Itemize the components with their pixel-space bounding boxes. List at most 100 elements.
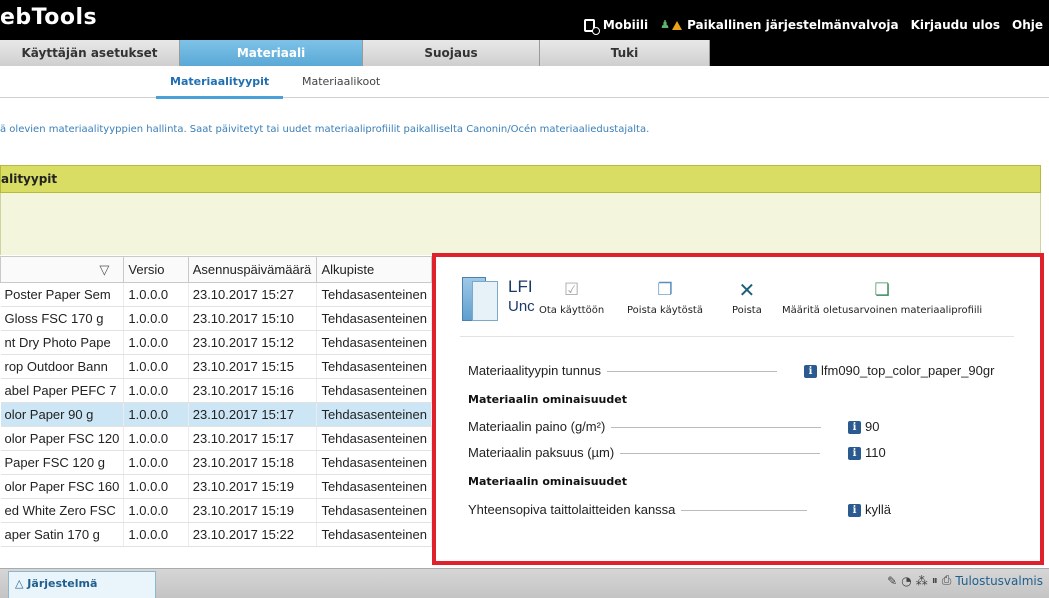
table-cell: 1.0.0.0 (123, 522, 189, 547)
table-cell: Tehdasasenteinen (316, 450, 432, 475)
table-cell: 1.0.0.0 (123, 402, 189, 427)
checkmark-icon: ☑ (563, 280, 580, 300)
subtab-material-sizes[interactable]: Materiaalikoot (302, 75, 380, 88)
table-cell: 1.0.0.0 (123, 498, 189, 523)
panel-title: alityypit (1, 172, 58, 186)
admin-link[interactable]: ♟ Paikallinen järjestelmänvalvoja (660, 18, 898, 32)
table-row[interactable]: aper Satin 170 g 1.0.0.0 23.10.2017 15:22 T… (0, 522, 432, 547)
warning-icon (672, 20, 683, 30)
property-folder-value: i kyllä (848, 502, 891, 518)
table-cell: 1.0.0.0 (123, 426, 189, 451)
info-icon[interactable]: i (804, 365, 817, 379)
table-cell: 23.10.2017 15:19 (188, 498, 318, 523)
pause-icon: ⏸ (931, 573, 938, 587)
table-cell: nt Dry Photo Pape (0, 330, 125, 355)
table-cell: 23.10.2017 15:27 (188, 282, 318, 307)
info-icon[interactable]: i (848, 504, 861, 518)
table-row[interactable]: abel Paper PEFC 7 1.0.0.0 23.10.2017 15:16… (0, 378, 432, 403)
printer-status: ✎ ◔ ⁂ ⏸ ⎙ Tulostusvalmis (887, 573, 1043, 588)
column-header-install-date[interactable]: Asennuspäivämäärä (187, 256, 318, 283)
material-type-name: LFI Unc (508, 277, 535, 317)
table-row[interactable]: olor Paper FSC 160 1.0.0.0 23.10.2017 15:1… (0, 474, 432, 499)
info-icon[interactable]: i (848, 421, 861, 435)
table-cell: ed White Zero FSC (0, 498, 125, 523)
table-cell: 23.10.2017 15:10 (188, 306, 318, 331)
table-row[interactable]: ed White Zero FSC 1.0.0.0 23.10.2017 15:19… (0, 498, 432, 523)
table-cell: rop Outdoor Bann (0, 354, 125, 379)
table-cell: abel Paper PEFC 7 (0, 378, 125, 403)
table-cell: 23.10.2017 15:16 (188, 378, 318, 403)
table-row[interactable]: Paper FSC 120 g 1.0.0.0 23.10.2017 15:18 Te… (0, 450, 432, 475)
tab-bar-fill (710, 40, 1049, 66)
property-id-row: Materiaalityypin tunnus (468, 363, 783, 378)
table-row[interactable]: olor Paper 90 g 1.0.0.0 23.10.2017 15:17 Te… (0, 402, 432, 427)
tab-user-settings[interactable]: Käyttäjän asetukset (0, 40, 180, 66)
printer-icon: ⎙ (941, 573, 952, 587)
table-row[interactable]: olor Paper FSC 120 1.0.0.0 23.10.2017 15:1… (0, 426, 432, 451)
delete-label: Poista (732, 305, 762, 316)
table-cell: 1.0.0.0 (123, 282, 189, 307)
table-cell: 23.10.2017 15:22 (188, 522, 318, 547)
set-default-button[interactable]: ❏ Määritä oletusarvoinen materiaaliprofi… (782, 279, 982, 316)
table-row[interactable]: rop Outdoor Bann 1.0.0.0 23.10.2017 15:15 T… (0, 354, 432, 379)
queue-icon: ⁂ (915, 573, 928, 588)
property-id-label: Materiaalityypin tunnus (468, 363, 601, 378)
table-cell: Tehdasasenteinen (316, 282, 432, 307)
table-cell: 23.10.2017 15:17 (188, 402, 318, 427)
property-thickness-label: Materiaalin paksuus (µm) (468, 445, 615, 460)
material-name-line2: Unc (508, 298, 535, 315)
tab-security[interactable]: Suojaus (363, 40, 540, 66)
pen-icon: ✎ (887, 573, 898, 588)
main-tabs: Käyttäjän asetukset Materiaali Suojaus T… (0, 40, 1049, 66)
mobile-label: Mobiili (602, 18, 649, 32)
logout-link[interactable]: Kirjaudu ulos (911, 18, 1000, 32)
system-tab[interactable]: △ Järjestelmä (8, 571, 156, 598)
page-description: ä olevien materiaalityyppien hallinta. S… (0, 124, 650, 135)
table-row[interactable]: Gloss FSC 170 g 1.0.0.0 23.10.2017 15:10 Te… (0, 306, 432, 331)
property-thickness-row: Materiaalin paksuus (µm) (468, 445, 826, 460)
disable-button[interactable]: ❐ Poista käytöstä (627, 279, 703, 316)
table-row[interactable]: Poster Paper Sem 1.0.0.0 23.10.2017 15:27 T… (0, 282, 432, 307)
tab-support[interactable]: Tuki (540, 40, 710, 66)
table-row[interactable]: nt Dry Photo Pape 1.0.0.0 23.10.2017 15:12… (0, 330, 432, 355)
property-folder-label: Yhteensopiva taittolaitteiden kanssa (468, 502, 676, 517)
table-cell: Gloss FSC 170 g (0, 306, 125, 331)
panel-body (0, 193, 1041, 255)
user-icon: ♟ (660, 18, 670, 31)
material-types-table: ▽ Versio Asennuspäivämäärä Alkupiste Pos… (0, 256, 432, 547)
table-cell: 1.0.0.0 (123, 306, 189, 331)
info-icon[interactable]: i (848, 447, 861, 461)
table-cell: Tehdasasenteinen (316, 522, 432, 547)
tab-material[interactable]: Materiaali (180, 40, 363, 66)
close-icon: ✕ (738, 278, 756, 302)
subtab-material-types[interactable]: Materiaalityypit (155, 75, 284, 99)
admin-label: Paikallinen järjestelmänvalvoja (687, 18, 899, 32)
table-cell: Tehdasasenteinen (316, 306, 432, 331)
property-weight-value: i 90 (848, 419, 879, 435)
top-bar: ebTools Mobiili ♟ Paikallinen järjestelm… (0, 0, 1049, 40)
help-link[interactable]: Ohje (1012, 18, 1043, 32)
disable-label: Poista käytöstä (627, 305, 703, 316)
table-cell: Poster Paper Sem (0, 282, 125, 307)
table-cell: Tehdasasenteinen (316, 498, 432, 523)
table-cell: olor Paper FSC 160 (0, 474, 125, 499)
table-header-row: ▽ Versio Asennuspäivämäärä Alkupiste (0, 256, 432, 283)
column-header-version[interactable]: Versio (123, 256, 189, 283)
table-cell: Tehdasasenteinen (316, 378, 432, 403)
column-header-origin[interactable]: Alkupiste (316, 256, 432, 283)
mobile-icon (583, 18, 600, 35)
table-cell: 23.10.2017 15:18 (188, 450, 318, 475)
table-cell: Tehdasasenteinen (316, 354, 432, 379)
enable-button[interactable]: ☑ Ota käyttöön (539, 279, 604, 316)
copy-icon: ❐ (657, 280, 673, 300)
delete-button[interactable]: ✕ Poista (732, 279, 762, 316)
column-header-name[interactable]: ▽ (0, 256, 125, 283)
table-cell: 1.0.0.0 (123, 450, 189, 475)
panel-header: alityypit (0, 165, 1041, 193)
toolbar-divider (460, 336, 1014, 337)
section-title-compatibility: Materiaalin ominaisuudet (468, 475, 627, 488)
default-profile-icon: ❏ (874, 280, 890, 300)
mobile-link[interactable]: Mobiili (583, 18, 649, 35)
table-cell: 1.0.0.0 (123, 474, 189, 499)
triangle-up-icon: △ (15, 577, 28, 590)
